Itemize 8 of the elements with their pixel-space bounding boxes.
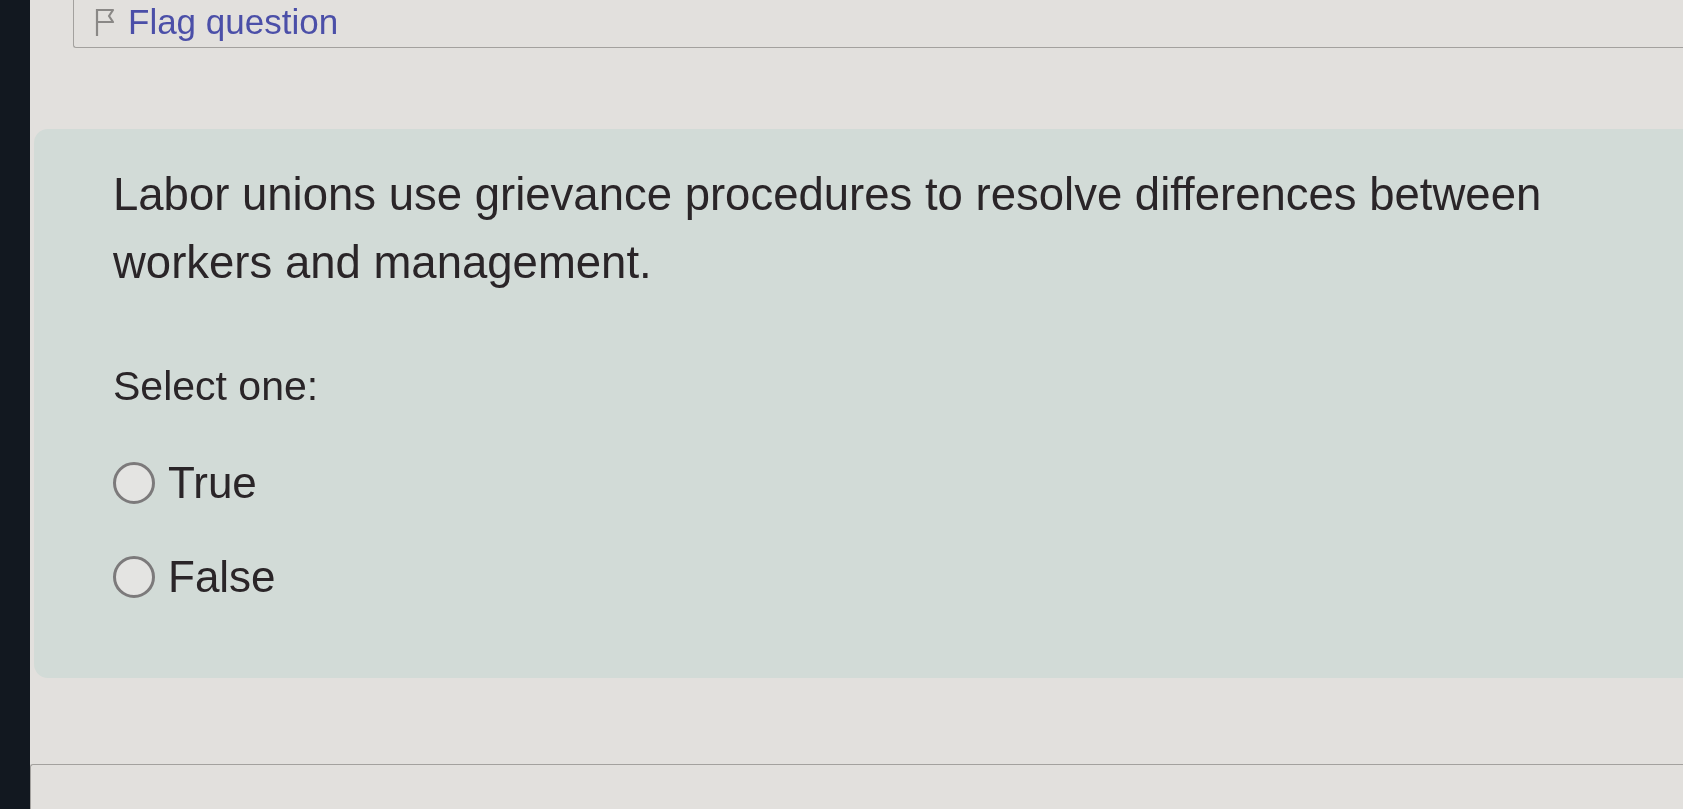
option-label[interactable]: False <box>168 551 276 603</box>
question-text: Labor unions use grievance procedures to resolve differences between workers and management. <box>113 168 1543 290</box>
radio-button[interactable] <box>113 462 155 504</box>
select-prompt: Select one: <box>113 362 320 411</box>
radio-button[interactable] <box>113 556 155 598</box>
flag-icon <box>94 7 116 37</box>
flag-question-link[interactable]: Flag question <box>94 0 339 42</box>
option-label[interactable]: True <box>168 457 257 509</box>
